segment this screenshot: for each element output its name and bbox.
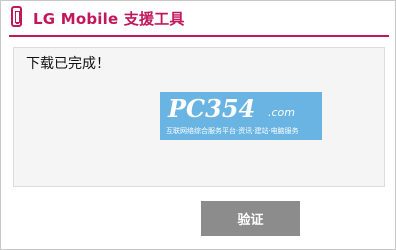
mobile-phone-icon: [11, 6, 22, 27]
window-title: LG Mobile 支援工具: [33, 10, 185, 28]
message-panel: 下载已完成！ PC354 .com 互联网络综合服务平台·资讯·建站·电脑服务: [13, 47, 385, 187]
dialog-window: LG Mobile 支援工具 下载已完成！ PC354 .com 互联网络综合服…: [0, 0, 396, 250]
watermark-logo: PC354 .com 互联网络综合服务平台·资讯·建站·电脑服务: [160, 92, 322, 140]
status-message: 下载已完成！: [26, 56, 110, 72]
title-bar: LG Mobile 支援工具: [1, 1, 395, 37]
watermark-text: PC354: [168, 94, 256, 123]
confirm-button[interactable]: 验证: [201, 201, 300, 236]
watermark-domain: .com: [268, 106, 295, 119]
title-divider: [9, 35, 389, 37]
watermark-tagline: 互联网络综合服务平台·资讯·建站·电脑服务: [166, 127, 299, 135]
